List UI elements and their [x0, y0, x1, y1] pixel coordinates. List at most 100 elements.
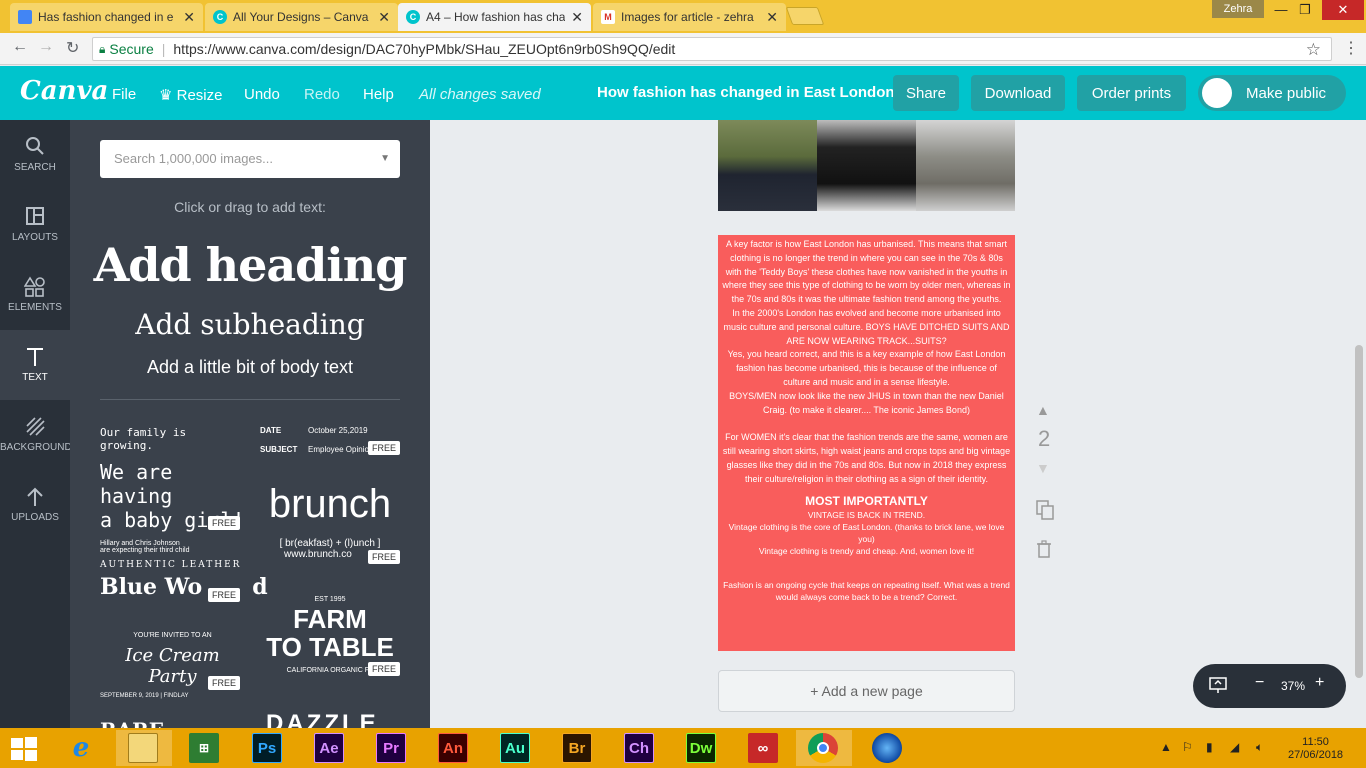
add-subheading-button[interactable]: Add subheading — [70, 308, 430, 341]
sidebar-item-search[interactable]: SEARCH — [0, 120, 70, 190]
bridge-icon[interactable]: Br — [562, 733, 592, 763]
sidebar-item-uploads[interactable]: UPLOADS — [0, 470, 70, 540]
browser-tab-docs[interactable]: Has fashion changed in e ✕ — [10, 3, 203, 31]
settings-globe-icon[interactable] — [872, 733, 902, 763]
lock-icon: 🔒︎ — [99, 41, 106, 56]
canva-icon: C — [213, 10, 227, 24]
search-placeholder: Search 1,000,000 images... — [114, 151, 273, 166]
share-button[interactable]: Share — [893, 75, 959, 111]
browser-menu-icon[interactable]: ⋮ — [1343, 38, 1359, 58]
body-paragraph: BOYS/MEN now look like the new JHUS in t… — [729, 390, 1004, 415]
move-page-down-icon[interactable]: ▼ — [1036, 460, 1050, 476]
window-close-icon[interactable]: ✕ — [1322, 0, 1364, 20]
body-paragraph: Fashion is an ongoing cycle that keeps o… — [723, 579, 1010, 602]
add-page-button[interactable]: + Add a new page — [718, 670, 1015, 712]
text-template-farm[interactable]: EST 1995 FARM TO TABLE CALIFORNIA ORGANI… — [260, 596, 401, 686]
download-button[interactable]: Download — [971, 75, 1065, 111]
url-input[interactable]: 🔒︎ Secure | https://www.canva.com/design… — [92, 37, 1332, 61]
clock-date: 27/06/2018 — [1288, 749, 1344, 761]
creative-cloud-icon[interactable]: ∞ — [748, 733, 778, 763]
fashion-photo-1[interactable] — [718, 120, 817, 211]
fashion-photo-3[interactable] — [916, 120, 1015, 211]
image-search-input[interactable]: Search 1,000,000 images... ▼ — [100, 140, 400, 178]
dreamweaver-icon[interactable]: Dw — [686, 733, 716, 763]
battery-icon[interactable]: ▮ — [1206, 740, 1213, 754]
background-icon — [0, 416, 70, 438]
character-animator-icon[interactable]: Ch — [624, 733, 654, 763]
animate-icon[interactable]: An — [438, 733, 468, 763]
photo-strip[interactable] — [718, 120, 1015, 211]
network-icon[interactable]: ◢ — [1230, 740, 1239, 754]
move-page-up-icon[interactable]: ▲ — [1036, 402, 1050, 418]
close-icon[interactable]: ✕ — [378, 9, 390, 26]
undo-button[interactable]: Undo — [244, 86, 280, 103]
search-icon — [0, 136, 70, 158]
add-heading-button[interactable]: Add heading — [70, 238, 430, 292]
sidebar-item-layouts[interactable]: LAYOUTS — [0, 190, 70, 260]
duplicate-page-icon[interactable] — [1036, 500, 1054, 525]
reload-icon[interactable]: ↻ — [66, 38, 79, 58]
premiere-icon[interactable]: Pr — [376, 733, 406, 763]
redo-button[interactable]: Redo — [304, 86, 340, 103]
browser-tab-gmail[interactable]: M Images for article - zehra ✕ — [593, 3, 786, 31]
body-line: Vintage clothing is trendy and cheap. An… — [758, 545, 975, 556]
add-body-text-button[interactable]: Add a little bit of body text — [70, 357, 430, 378]
browser-tab-all-designs[interactable]: C All Your Designs – Canva ✕ — [205, 3, 398, 31]
windows-start-icon[interactable] — [10, 736, 38, 762]
close-icon[interactable]: ✕ — [766, 9, 778, 26]
make-public-toggle[interactable]: Make public — [1198, 75, 1346, 111]
sidebar-item-text[interactable]: TEXT — [0, 330, 70, 400]
design-page-text-block[interactable]: A key factor is how East London has urba… — [718, 235, 1015, 651]
browser-tab-a4-design[interactable]: C A4 – How fashion has cha ✕ — [398, 3, 591, 31]
template-text: brunch — [268, 482, 392, 526]
restore-icon[interactable]: ❐ — [1290, 0, 1320, 20]
zoom-level[interactable]: 37% — [1281, 679, 1305, 693]
flag-icon[interactable]: ⚐ — [1182, 740, 1193, 754]
template-text: YOU'RE INVITED TO AN — [133, 632, 212, 639]
resize-button[interactable]: ♛ Resize — [159, 86, 222, 104]
zoom-in-button[interactable]: + — [1315, 674, 1324, 692]
new-tab-button[interactable] — [785, 7, 825, 25]
canva-logo[interactable]: Canva — [20, 76, 108, 106]
text-template-ice-cream[interactable]: YOU'RE INVITED TO AN Ice Cream Party SEP… — [100, 632, 245, 702]
secure-label: Secure — [109, 41, 154, 57]
delete-page-icon[interactable] — [1036, 540, 1052, 563]
chrome-icon[interactable] — [808, 733, 838, 763]
text-template-dazzle[interactable]: DAZZLE — [266, 710, 379, 728]
sidebar-item-elements[interactable]: ELEMENTS — [0, 260, 70, 330]
system-clock[interactable]: 11:50 27/06/2018 — [1288, 736, 1343, 762]
photoshop-icon[interactable]: Ps — [252, 733, 282, 763]
audition-icon[interactable]: Au — [500, 733, 530, 763]
bookmark-star-icon[interactable]: ☆ — [1306, 40, 1321, 60]
sidebar-item-background[interactable]: BACKGROUND — [0, 400, 72, 470]
document-title[interactable]: How fashion has changed in East London — [597, 84, 895, 101]
present-icon[interactable] — [1209, 676, 1227, 697]
after-effects-icon[interactable]: Ae — [314, 733, 344, 763]
volume-icon[interactable]: 🔈︎ — [1256, 740, 1263, 755]
file-menu[interactable]: File — [112, 86, 136, 103]
text-template-memo[interactable]: DATE October 25,2019 SUBJECT Employee Opin… — [260, 426, 401, 466]
forward-icon[interactable]: → — [38, 38, 54, 56]
back-icon[interactable]: ← — [12, 38, 28, 56]
zoom-out-button[interactable]: − — [1255, 674, 1264, 692]
chevron-down-icon[interactable]: ▼ — [380, 153, 390, 164]
windows-taskbar: e ⊞ Ps Ae Pr An Au Br Ch Dw ∞ ▲ ⚐ ▮ ◢ 🔈︎ 11:50 … — [0, 728, 1366, 768]
help-menu[interactable]: Help — [363, 86, 394, 103]
order-prints-button[interactable]: Order prints — [1077, 75, 1186, 111]
text-template-brunch[interactable]: brunch [ br(eakfast) + (l)unch ] www.bru… — [260, 480, 401, 570]
store-icon[interactable]: ⊞ — [189, 733, 219, 763]
internet-explorer-icon[interactable]: e — [66, 733, 96, 763]
close-icon[interactable]: ✕ — [183, 9, 195, 26]
text-template-partial[interactable]: RARE — [100, 718, 164, 728]
tray-expand-icon[interactable]: ▲ — [1160, 740, 1172, 754]
file-explorer-icon[interactable] — [128, 733, 158, 763]
text-template-baby[interactable]: Our family is growing. We are having a b… — [100, 426, 245, 554]
upload-arrow-icon — [0, 486, 70, 508]
text-template-leather[interactable]: AUTHENTIC LEATHER Blue Wo d FREE — [100, 560, 268, 610]
canvas-scrollbar[interactable] — [1355, 345, 1363, 678]
close-icon[interactable]: ✕ — [571, 9, 583, 26]
fashion-photo-2[interactable] — [817, 120, 916, 211]
profile-chip[interactable]: Zehra — [1212, 0, 1264, 18]
